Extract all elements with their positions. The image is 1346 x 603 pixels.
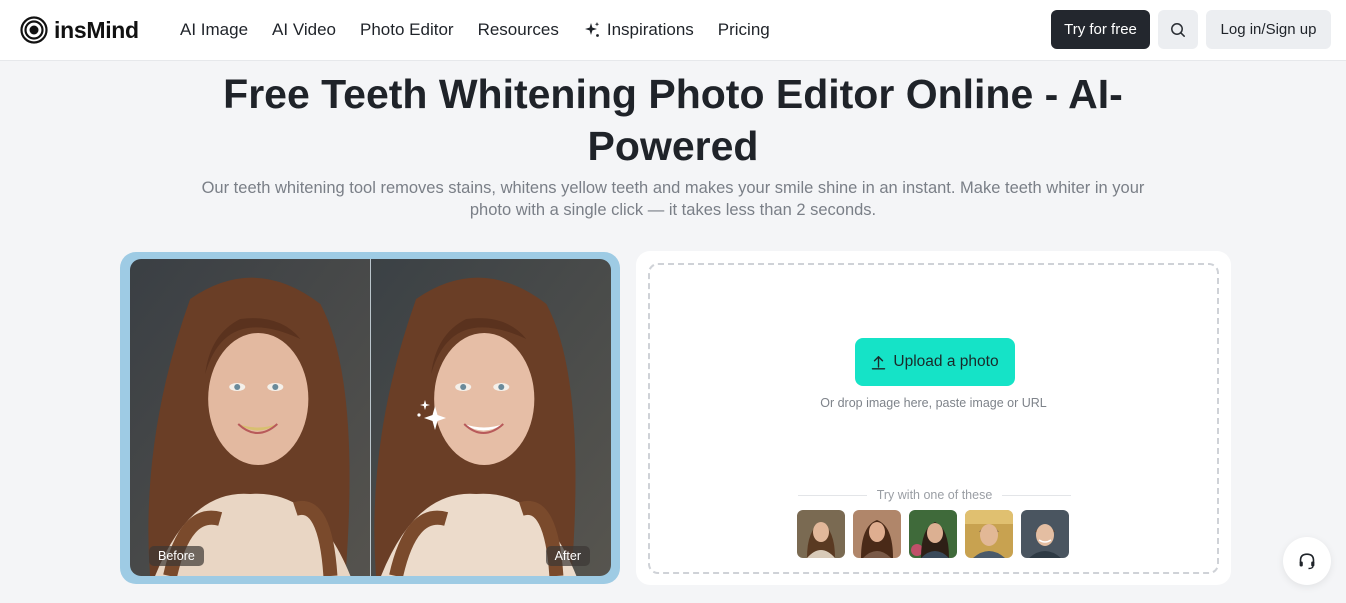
upload-icon (872, 355, 886, 369)
sample-thumbnail (1021, 510, 1069, 558)
nav-item-label: AI Video (272, 20, 337, 39)
before-image: Before (130, 259, 371, 576)
divider-line (1002, 494, 1072, 496)
upload-panel: Upload a photo Or drop image here, paste… (636, 251, 1231, 585)
drop-hint-text: Or drop image here, paste image or URL (820, 396, 1047, 410)
drop-zone[interactable]: Upload a photo Or drop image here, paste… (648, 263, 1219, 574)
upload-photo-button[interactable]: Upload a photo (855, 338, 1015, 386)
sample-image-5[interactable] (1021, 510, 1069, 558)
before-label: Before (149, 546, 204, 566)
top-navbar: insMind AI Image AI Video Photo Editor R… (0, 0, 1346, 61)
nav-item-label: Pricing (717, 20, 770, 39)
comparison-divider (370, 259, 371, 576)
nav-item-label: AI Image (180, 20, 249, 39)
nav-item-label: Resources (477, 20, 559, 39)
support-chat-button[interactable] (1283, 537, 1331, 585)
sample-image-1[interactable] (797, 510, 845, 558)
search-button[interactable] (1158, 10, 1198, 49)
main-nav: AI Image AI Video Photo Editor Resources… (180, 0, 794, 60)
sample-thumbnail (965, 510, 1013, 558)
sample-image-4[interactable] (965, 510, 1013, 558)
nav-item-label: Inspirations (606, 20, 694, 39)
headset-icon (1299, 553, 1315, 570)
nav-item-resources[interactable]: Resources (478, 20, 559, 40)
sample-images (797, 510, 1069, 558)
brand-name: insMind (54, 16, 139, 43)
insmind-logo-icon (20, 16, 48, 44)
login-signup-button[interactable]: Log in/Sign up (1206, 10, 1331, 49)
before-portrait-image (130, 259, 371, 576)
nav-item-photo-editor[interactable]: Photo Editor (360, 20, 454, 40)
nav-item-inspirations[interactable]: Inspirations (583, 20, 694, 40)
nav-item-ai-image[interactable]: AI Image (180, 20, 248, 40)
sample-image-3[interactable] (909, 510, 957, 558)
nav-item-pricing[interactable]: Pricing (718, 20, 770, 40)
page-subtitle: Our teeth whitening tool removes stains,… (201, 179, 1145, 219)
brand-logo[interactable]: insMind (20, 14, 139, 46)
nav-item-label: Photo Editor (360, 20, 454, 39)
comparison-frame: Before After (130, 259, 611, 576)
sample-thumbnail (853, 510, 901, 558)
sample-image-2[interactable] (853, 510, 901, 558)
after-image: After (370, 259, 611, 576)
sample-divider: Try with one of these (798, 488, 1072, 502)
after-portrait-image (370, 259, 611, 576)
upload-button-label: Upload a photo (893, 353, 999, 370)
sample-images-label: Try with one of these (876, 488, 993, 502)
sample-thumbnail (909, 510, 957, 558)
try-for-free-button[interactable]: Try for free (1051, 10, 1150, 49)
sparkle-icon (417, 400, 446, 430)
nav-item-ai-video[interactable]: AI Video (272, 20, 336, 40)
search-icon (1171, 22, 1185, 37)
after-label: After (545, 546, 590, 566)
page-title: Free Teeth Whitening Photo Editor Online… (223, 71, 1123, 169)
before-after-preview: Before After (120, 252, 620, 584)
sample-thumbnail (797, 510, 845, 558)
sparkle-icon (584, 22, 600, 37)
divider-line (798, 494, 867, 496)
